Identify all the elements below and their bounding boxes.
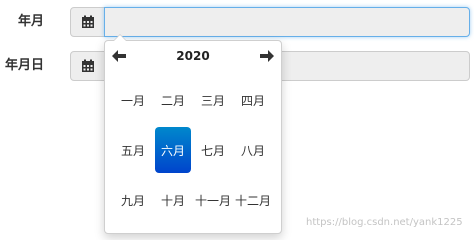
month-cell[interactable]: 十一月 (193, 175, 233, 225)
picker-header: 2020 (105, 41, 281, 71)
month-cell[interactable]: 五月 (113, 125, 153, 175)
month-grid: 一月 二月 三月 四月五月 六月 七月 八月九月 十月 十一月 十二月 (113, 75, 273, 225)
month-row: 年月 (0, 7, 474, 37)
month-cell[interactable]: 八月 (233, 125, 273, 175)
year-switch[interactable]: 2020 (135, 41, 251, 71)
month-cell[interactable]: 十二月 (233, 175, 273, 225)
arrow-left-icon (112, 50, 126, 62)
next-year-button[interactable] (258, 47, 276, 65)
month-cell[interactable]: 二月 (153, 75, 193, 125)
date-calendar-addon[interactable] (70, 51, 105, 81)
calendar-icon (81, 15, 94, 28)
month-cell[interactable]: 九月 (113, 175, 153, 225)
date-label: 年月日 (4, 58, 44, 73)
watermark: https://blog.csdn.net/yank1225 (306, 217, 463, 228)
month-cell[interactable]: 三月 (193, 75, 233, 125)
month-cell[interactable]: 七月 (193, 125, 233, 175)
prev-year-button[interactable] (110, 47, 128, 65)
month-cell[interactable]: 四月 (233, 75, 273, 125)
month-cell[interactable]: 十月 (153, 175, 193, 225)
month-cell[interactable]: 一月 (113, 75, 153, 125)
arrow-right-icon (260, 50, 274, 62)
month-picker-dropdown: 2020 一月 二月 三月 四月五月 六月 七月 八月九月 十月 十一月 十二月 (104, 34, 282, 234)
month-label: 年月 (17, 14, 44, 29)
month-cell[interactable]: 六月 (155, 127, 191, 173)
month-calendar-addon[interactable] (70, 7, 105, 37)
month-input[interactable] (104, 7, 470, 37)
calendar-icon (81, 59, 94, 72)
